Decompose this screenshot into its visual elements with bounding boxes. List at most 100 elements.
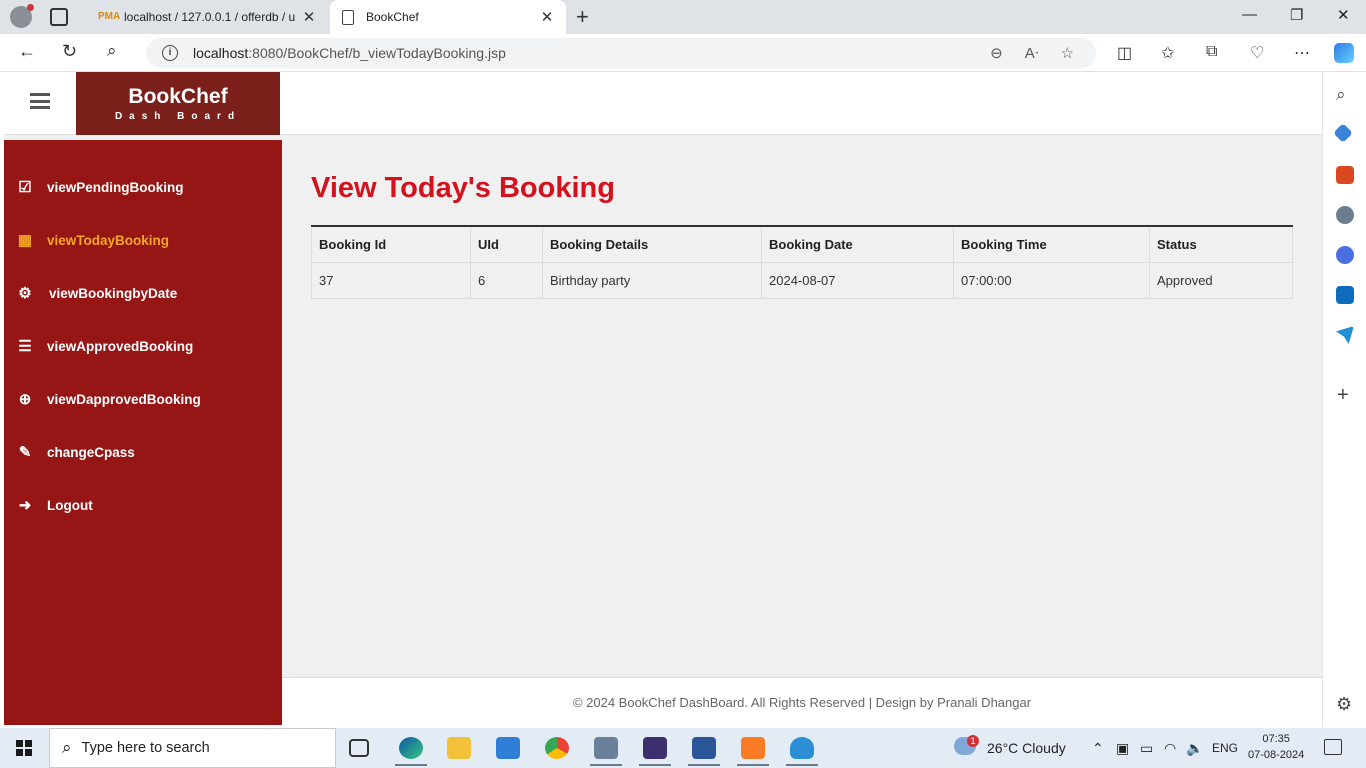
web-page: BookChef Dash Board ☑ viewPendingBooking… <box>4 72 1322 725</box>
url-text[interactable]: localhost:8080/BookChef/b_viewTodayBooki… <box>193 45 990 61</box>
booking-table: Booking Id UId Booking Details Booking D… <box>311 225 1293 299</box>
column-header-booking-details: Booking Details <box>542 225 762 263</box>
sidebar-item-view-booking-by-date[interactable]: ⚙ viewBookingbyDate <box>4 273 282 313</box>
sidebar-item-logout[interactable]: ➜ Logout <box>4 485 282 525</box>
phpmyadmin-icon: PMA <box>98 11 121 22</box>
file-explorer-icon[interactable] <box>447 737 471 759</box>
site-info-icon[interactable]: i <box>162 45 178 61</box>
chevron-up-icon[interactable]: ⌃ <box>1092 740 1104 757</box>
clock[interactable]: 07:35 07-08-2024 <box>1248 731 1304 763</box>
cell-booking-date: 2024-08-07 <box>761 261 954 299</box>
address-toolbar: ← ↻ ⌕ i localhost:8080/BookChef/b_viewTo… <box>0 34 1366 72</box>
sidebar-item-label: viewPendingBooking <box>47 179 184 195</box>
main-content: View Today's Booking Booking Id UId Book… <box>282 135 1322 675</box>
games-icon[interactable] <box>1336 206 1354 224</box>
settings-gear-icon[interactable]: ⚙ <box>1336 694 1352 715</box>
taskbar-search-box[interactable]: ⌕ Type here to search <box>49 728 336 768</box>
footer-text: © 2024 BookChef DashBoard. All Rights Re… <box>572 695 1032 710</box>
address-bar[interactable]: i localhost:8080/BookChef/b_viewTodayBoo… <box>146 38 1096 68</box>
search-icon[interactable]: ⌕ <box>107 41 117 61</box>
sidebar-item-label: viewApprovedBooking <box>47 338 194 354</box>
minimize-icon[interactable]: — <box>1242 6 1257 23</box>
read-aloud-icon[interactable]: Aᐧ <box>1025 44 1039 62</box>
close-icon[interactable]: ✕ <box>538 8 556 26</box>
onedrive-icon[interactable] <box>786 737 818 766</box>
favorites-icon[interactable]: ✩ <box>1161 43 1174 63</box>
windows-taskbar: ⌕ Type here to search 1 26°C Cloudy ⌃ ▣ … <box>0 728 1366 768</box>
sidebar-item-change-cpass[interactable]: ✎ changeCpass <box>4 432 282 472</box>
browser-tab-phpmyadmin[interactable]: PMA localhost / 127.0.0.1 / offerdb / u … <box>88 0 328 34</box>
sidebar-item-label: viewTodayBooking <box>47 232 170 248</box>
zoom-out-icon[interactable]: ⊖ <box>990 44 1003 62</box>
copilot-icon[interactable] <box>1334 43 1354 63</box>
notification-icon[interactable] <box>1324 739 1342 755</box>
more-menu-icon[interactable]: ⋯ <box>1294 43 1310 63</box>
add-icon[interactable]: + <box>1337 384 1349 407</box>
mysql-workbench-icon[interactable] <box>639 737 671 766</box>
clock-date: 07-08-2024 <box>1248 749 1305 761</box>
network-icon[interactable]: ◠ <box>1164 740 1176 757</box>
chrome-icon[interactable] <box>545 737 569 759</box>
mail-icon[interactable] <box>496 737 520 759</box>
sidebar-item-view-approved-booking[interactable]: ☰ viewApprovedBooking <box>4 326 282 366</box>
back-icon[interactable]: ← <box>18 41 36 62</box>
search-placeholder: Type here to search <box>81 740 210 756</box>
browser-essentials-icon[interactable]: ♡ <box>1250 43 1264 63</box>
brand-name: BookChef <box>128 85 228 108</box>
table-row: 37 6 Birthday party 2024-08-07 07:00:00 … <box>311 261 1293 299</box>
pencil-icon: ✎ <box>18 444 32 461</box>
new-tab-icon[interactable]: + <box>576 4 589 30</box>
browser-tab-bookchef[interactable]: BookChef ✕ <box>330 0 566 34</box>
microsoft-365-icon[interactable] <box>1336 246 1354 264</box>
cell-status: Approved <box>1149 261 1293 299</box>
cell-booking-id: 37 <box>311 261 471 299</box>
outlook-icon[interactable] <box>1336 286 1354 304</box>
sidebar-nav: ☑ viewPendingBooking ▦ viewTodayBooking … <box>4 140 282 725</box>
profile-avatar-icon[interactable] <box>10 4 34 28</box>
xampp-icon[interactable] <box>737 737 769 766</box>
check-square-icon: ☑ <box>18 179 32 196</box>
sidebar-item-view-dapproved-booking[interactable]: ⊕ viewDapprovedBooking <box>4 379 282 419</box>
browser-tab-strip: PMA localhost / 127.0.0.1 / offerdb / u … <box>0 0 1366 34</box>
search-icon: ⌕ <box>62 738 72 757</box>
windows-start-icon[interactable] <box>16 740 32 756</box>
tools-icon[interactable] <box>1336 166 1354 184</box>
word-icon[interactable] <box>688 737 720 766</box>
close-icon[interactable]: ✕ <box>300 8 318 26</box>
window-close-icon[interactable]: ✕ <box>1337 6 1350 24</box>
meet-now-icon[interactable]: ▣ <box>1116 740 1129 757</box>
sidebar-item-label: Logout <box>47 497 93 513</box>
collections-icon[interactable]: ⧉ <box>1206 43 1217 61</box>
tab-title: localhost / 127.0.0.1 / offerdb / u <box>124 10 296 24</box>
send-icon[interactable] <box>1336 326 1354 344</box>
app-header: BookChef Dash Board <box>4 72 1322 135</box>
column-header-booking-time: Booking Time <box>953 225 1150 263</box>
split-screen-icon[interactable]: ◫ <box>1117 43 1132 63</box>
language-indicator[interactable]: ENG <box>1212 741 1238 755</box>
favorite-star-icon[interactable]: ☆ <box>1061 44 1074 62</box>
sidebar-item-label: viewDapprovedBooking <box>47 391 201 407</box>
hamburger-menu-icon[interactable] <box>30 93 50 109</box>
cell-booking-details: Birthday party <box>542 261 762 299</box>
column-header-booking-id: Booking Id <box>311 225 471 263</box>
refresh-icon[interactable]: ↻ <box>62 41 77 62</box>
cell-uid: 6 <box>470 261 543 299</box>
sidebar-item-view-pending-booking[interactable]: ☑ viewPendingBooking <box>4 167 282 207</box>
shopping-tag-icon[interactable] <box>1333 123 1353 143</box>
sidebar-item-view-today-booking[interactable]: ▦ viewTodayBooking <box>4 220 282 260</box>
weather-text[interactable]: 26°C Cloudy <box>987 740 1066 756</box>
cell-booking-time: 07:00:00 <box>953 261 1150 299</box>
task-view-icon[interactable] <box>349 739 369 757</box>
brand-logo[interactable]: BookChef Dash Board <box>76 72 280 135</box>
remote-desktop-icon[interactable] <box>590 737 622 766</box>
column-header-status: Status <box>1149 225 1293 263</box>
search-icon[interactable]: ⌕ <box>1336 86 1354 104</box>
tab-actions-icon[interactable] <box>50 8 68 26</box>
sidebar-item-label: viewBookingbyDate <box>49 285 178 301</box>
table-icon: ▦ <box>17 232 33 249</box>
volume-icon[interactable]: 🔈 <box>1186 740 1203 757</box>
battery-icon[interactable]: ▭ <box>1140 740 1153 757</box>
restore-icon[interactable]: ❐ <box>1290 6 1303 24</box>
edge-browser-icon[interactable] <box>395 737 427 766</box>
clock-time: 07:35 <box>1262 733 1290 745</box>
